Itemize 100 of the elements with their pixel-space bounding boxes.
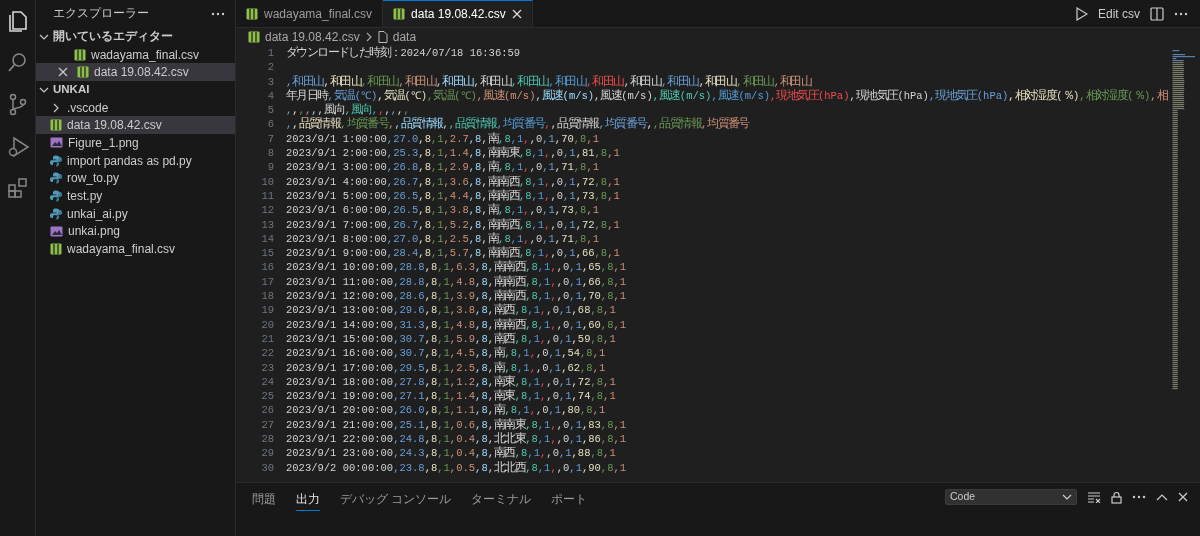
line-number: 2: [266, 60, 274, 75]
clear-output-icon[interactable]: [1087, 491, 1101, 503]
line-number: 17: [260, 274, 274, 290]
file-item[interactable]: Figure_1.png: [36, 134, 235, 152]
chevron-up-icon[interactable]: [1156, 493, 1168, 501]
file-icon: [377, 31, 388, 43]
table-icon: [74, 48, 86, 61]
line-number: 8: [266, 146, 274, 161]
section-header[interactable]: 開いているエディター: [36, 28, 235, 46]
line-number: 11: [260, 188, 274, 204]
code-line: 2023/9/1 17:00:00,29.5,8,1,2.5,8,南,8,1,,0,1,62,8,1: [286, 360, 606, 375]
code-line: 2023/9/1 2:00:00,25.3,8,1,1.4,8,南南東,8,1,,0,1,81,8,1: [286, 146, 620, 160]
code-line: 2023/9/1 19:00:00,27.1,8,1,1.4,8,南東,8,1,,0,1,74,8,1: [286, 389, 616, 403]
line-number: 26: [260, 403, 274, 418]
file-item[interactable]: unkai.png: [36, 222, 235, 241]
split-editor-icon[interactable]: [1150, 6, 1164, 21]
code-line: ダウンロードした時刻：2024/07/18 16:36:59: [286, 46, 521, 61]
line-number: 19: [260, 303, 274, 318]
close-icon[interactable]: [58, 67, 68, 78]
code-line: 2023/9/1 15:00:00,30.7,8,1,5.9,8,南西,8,1,,0,1,59,8,1: [286, 331, 616, 346]
file-item[interactable]: row_to.py: [36, 169, 235, 188]
line-number: 12: [260, 203, 274, 218]
code-line: 2023/9/1 21:00:00,25.1,8,1,0.6,8,南南東,8,1,,0,1,83,8,1: [286, 417, 627, 432]
line-number: 3: [266, 74, 274, 89]
file-item[interactable]: data 19.08.42.csv: [36, 63, 235, 82]
code-line: 2023/9/1 7:00:00,26.7,8,1,5.2,8,南南西,8,1,,0,1,72,8,1: [286, 217, 620, 232]
script-file-icon: [50, 190, 62, 203]
code-line: ,,品質情報,均質番号,,品質情報,,品質情報,均質番号,,品質情報,均質番号,,品質情報,均質番号: [286, 117, 749, 132]
file-item[interactable]: test.py: [36, 187, 235, 205]
code-line: 2023/9/1 6:00:00,26.5,8,1,3.8,8,南,8,1,,0,1,73,8,1: [286, 203, 599, 218]
close-icon[interactable]: [511, 9, 522, 19]
line-number: 29: [260, 446, 274, 461]
table-icon: [246, 8, 258, 20]
script-file-icon: [50, 207, 62, 220]
chevron-right-icon: [364, 32, 373, 42]
file-item[interactable]: import pandas as pd.py: [36, 151, 235, 170]
section-header[interactable]: UNKAI: [36, 81, 235, 99]
code-line: 2023/9/1 12:00:00,28.6,8,1,3.9,8,南南西,8,1,,0,1,70,8,1: [286, 289, 627, 303]
line-number: 7: [266, 131, 274, 147]
image-icon: [50, 137, 63, 149]
line-number: 20: [260, 317, 274, 332]
output-channel-select[interactable]: Code: [945, 489, 1077, 505]
code-line: 年月日時,気温(℃),気温(℃),気温(℃),風速(m/s),風速(m/s),風速(m/s),風速(m/s),風速(m/s),現地気圧(hPa),現地気圧(hPa),現地気圧(hPa),相対湿度(％),相対湿度(％),相: [286, 88, 1167, 103]
line-number: 18: [260, 289, 274, 304]
code-line: 2023/9/1 5:00:00,26.5,8,1,4.4,8,南南西,8,1,,0,1,73,8,1: [286, 188, 620, 203]
play-icon[interactable]: [1076, 6, 1088, 21]
panel-tab[interactable]: デバッグ コンソール: [340, 489, 452, 512]
table-icon: [50, 119, 62, 132]
file-item[interactable]: unkai_ai.py: [36, 204, 235, 223]
table-icon: [50, 243, 62, 256]
panel-tab[interactable]: ターミナル: [471, 489, 532, 512]
table-icon: [77, 66, 89, 79]
sidebar-title: エクスプローラー: [53, 6, 149, 22]
panel-tab[interactable]: 問題: [252, 489, 276, 512]
lock-icon[interactable]: [1111, 490, 1122, 504]
code-line: 2023/9/1 22:00:00,24.8,8,1,0.4,8,北北東,8,1,,0,1,86,8,1: [286, 432, 627, 446]
close-icon[interactable]: [1178, 492, 1188, 502]
line-number: 10: [260, 174, 274, 189]
file-item[interactable]: wadayama_final.csv: [36, 45, 235, 64]
code-line: 2023/9/1 13:00:00,29.6,8,1,3.8,8,南西,8,1,,0,1,68,8,1: [286, 303, 616, 318]
script-file-icon: [50, 172, 62, 185]
extensions-icon[interactable]: [5, 176, 30, 200]
image-icon: [50, 225, 63, 237]
table-icon: [393, 8, 406, 20]
line-number: 4: [266, 88, 274, 104]
line-number: 28: [260, 432, 274, 447]
breadcrumb-item[interactable]: data: [392, 28, 417, 46]
line-number: 14: [260, 231, 274, 247]
line-number: 21: [260, 331, 274, 347]
panel-tab[interactable]: 出力: [296, 489, 320, 512]
code-line: 2023/9/1 9:00:00,28.4,8,1,5.7,8,南南西,8,1,,0,1,66,8,1: [286, 246, 620, 260]
line-number: 5: [266, 103, 274, 118]
more-icon[interactable]: [1174, 11, 1188, 16]
more-icon[interactable]: [1132, 495, 1146, 499]
code-line: 2023/9/1 23:00:00,24.3,8,1,0.4,8,南西,8,1,,0,1,88,8,1: [286, 446, 616, 461]
code-line: 2023/9/1 10:00:00,28.8,8,1,6.3,8,南南西,8,1,,0,1,65,8,1: [286, 260, 627, 275]
table-icon: [248, 31, 260, 43]
code-line: 2023/9/1 20:00:00,26.0,8,1,1.1,8,南,8,1,,0,1,80,8,1: [286, 403, 606, 418]
line-number: 24: [260, 374, 274, 390]
line-number: 9: [266, 160, 274, 175]
line-number: 23: [260, 360, 274, 375]
file-item[interactable]: data 19.08.42.csv: [36, 116, 235, 135]
code-line: 2023/9/1 8:00:00,27.0,8,1,2.5,8,南,8,1,,0,1,71,8,1: [286, 231, 599, 246]
code-line: 2023/9/1 3:00:00,26.8,8,1,2.9,8,南,8,1,,0,1,71,8,1: [286, 160, 599, 175]
line-number: 25: [260, 389, 274, 404]
breadcrumb-item[interactable]: data 19.08.42.csv: [265, 28, 360, 46]
edit-csv-button[interactable]: Edit csv: [1098, 4, 1140, 23]
file-item[interactable]: .vscode: [36, 98, 235, 117]
line-number: 22: [260, 346, 274, 361]
more-icon[interactable]: [211, 12, 225, 16]
code-line: 2023/9/1 1:00:00,27.0,8,1,2.7,8,南,8,1,,0,1,70,8,1: [286, 131, 599, 146]
editor-tab[interactable]: data 19.08.42.csv: [383, 0, 533, 27]
code-line: ,和田山,和田山,和田山,和田山,和田山,和田山,和田山,和田山,和田山,和田山,和田山,和田山,和田山,和田山: [286, 74, 812, 89]
line-number: 27: [260, 417, 274, 432]
line-number: 30: [260, 460, 274, 475]
file-item[interactable]: wadayama_final.csv: [36, 240, 235, 258]
caret-icon: [1062, 494, 1072, 500]
line-number: 1: [266, 46, 274, 61]
panel-tab[interactable]: ポート: [551, 489, 588, 512]
code-line: 2023/9/1 14:00:00,31.3,8,1,4.8,8,南南西,8,1,,0,1,60,8,1: [286, 317, 627, 332]
